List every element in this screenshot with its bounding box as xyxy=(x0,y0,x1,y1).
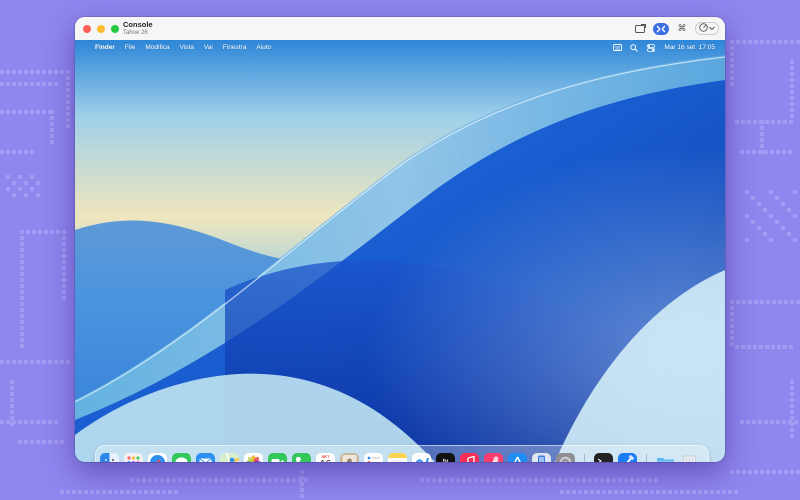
desktop-wallpaper xyxy=(75,40,725,462)
safari-icon[interactable] xyxy=(148,453,167,462)
share-screen-icon[interactable] xyxy=(633,23,647,35)
spotlight-search-icon[interactable] xyxy=(630,43,639,52)
window-controls xyxy=(83,25,119,33)
menu-item-modifica[interactable]: Modifica xyxy=(145,44,169,51)
menu-item-vista[interactable]: Vista xyxy=(180,44,194,51)
options-menu[interactable] xyxy=(695,22,719,35)
title-bar[interactable]: Console Tahoe 26 ⌘ xyxy=(75,17,725,41)
toolbar: ⌘ xyxy=(633,22,719,35)
music-icon[interactable] xyxy=(460,453,479,462)
status-items: Mar 16 set 17:05 xyxy=(613,40,715,54)
notes-icon[interactable] xyxy=(388,453,407,462)
keyboard-icon[interactable] xyxy=(613,43,623,51)
command-key-icon[interactable]: ⌘ xyxy=(675,23,689,35)
appstore-icon[interactable] xyxy=(508,453,527,462)
games-icon[interactable] xyxy=(484,453,503,462)
photos-icon[interactable] xyxy=(244,453,263,462)
gauge-icon xyxy=(699,23,708,34)
window-title: Console xyxy=(123,20,153,29)
reminders-icon[interactable] xyxy=(364,453,383,462)
menu-app-name[interactable]: Finder xyxy=(95,44,115,51)
zoom-button[interactable] xyxy=(111,25,119,33)
maps-icon[interactable] xyxy=(220,453,239,462)
system-settings-icon[interactable] xyxy=(556,453,575,462)
downloads-folder-icon[interactable] xyxy=(656,453,675,462)
tv-icon[interactable]: tv xyxy=(436,453,455,462)
phone-icon[interactable] xyxy=(292,453,311,462)
dock-separator xyxy=(646,454,647,462)
launchpad-icon[interactable] xyxy=(124,453,143,462)
menu-item-aiuto[interactable]: Aiuto xyxy=(256,44,271,51)
calendar-icon[interactable]: SET 16 xyxy=(316,453,335,462)
menu-item-finestra[interactable]: Finestra xyxy=(223,44,246,51)
close-button[interactable] xyxy=(83,25,91,33)
freeform-icon[interactable] xyxy=(412,453,431,462)
iphone-mirroring-icon[interactable] xyxy=(532,453,551,462)
finder-icon[interactable] xyxy=(100,453,119,462)
chevron-down-icon xyxy=(709,24,715,33)
window-titles: Console Tahoe 26 xyxy=(123,21,153,37)
messages-icon[interactable] xyxy=(172,453,191,462)
menu-bar: Finder File Modifica Vista Vai Finestra … xyxy=(75,40,725,54)
remote-control-icon[interactable] xyxy=(653,22,669,35)
menu-item-file[interactable]: File xyxy=(125,44,135,51)
xcode-icon[interactable] xyxy=(618,453,637,462)
mail-icon[interactable] xyxy=(196,453,215,462)
console-window[interactable]: Console Tahoe 26 ⌘ Finder File Modifica … xyxy=(75,17,725,462)
calendar-day: 16 xyxy=(316,459,335,462)
contacts-icon[interactable] xyxy=(340,453,359,462)
menu-clock[interactable]: Mar 16 set 17:05 xyxy=(664,44,715,51)
minimize-button[interactable] xyxy=(97,25,105,33)
dock-separator xyxy=(584,454,585,462)
menu-item-vai[interactable]: Vai xyxy=(204,44,213,51)
terminal-icon[interactable] xyxy=(594,453,613,462)
window-subtitle: Tahoe 26 xyxy=(123,30,148,36)
trash-icon[interactable] xyxy=(680,453,699,462)
control-center-icon[interactable] xyxy=(647,43,656,52)
dock: SET 16 xyxy=(95,445,709,462)
facetime-icon[interactable] xyxy=(268,453,287,462)
tv-label: tv xyxy=(442,459,449,462)
remote-screen[interactable]: Finder File Modifica Vista Vai Finestra … xyxy=(75,40,725,462)
